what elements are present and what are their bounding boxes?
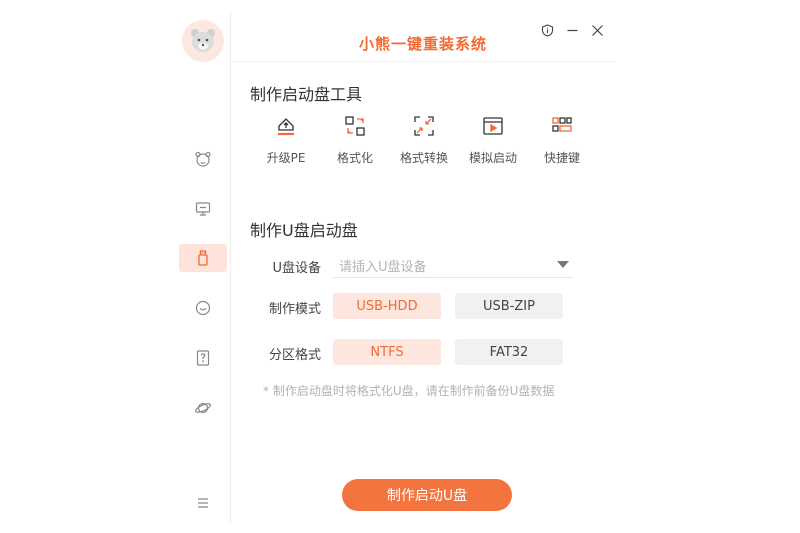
mode-usb-zip-button[interactable]: USB-ZIP xyxy=(455,293,563,319)
mode-usb-hdd-button[interactable]: USB-HDD xyxy=(333,293,441,319)
tool-upgrade-pe[interactable]: 升级PE xyxy=(251,115,321,171)
tool-label: 格式转换 xyxy=(399,151,448,165)
usb-device-select[interactable]: 请插入U盘设备 xyxy=(333,252,573,278)
tool-format[interactable]: 格式化 xyxy=(320,115,390,171)
partition-ntfs-button[interactable]: NTFS xyxy=(333,339,441,365)
info-button[interactable] xyxy=(538,21,556,39)
tool-label: 快捷键 xyxy=(543,151,580,165)
tool-convert-format[interactable]: 格式转换 xyxy=(389,115,459,171)
tools-section-title: 制作启动盘工具 xyxy=(250,85,363,104)
format-warning-note: * 制作启动盘时将格式化U盘，请在制作前备份U盘数据 xyxy=(263,384,555,398)
partition-label: 分区格式 xyxy=(268,348,321,363)
sidebar-item-home[interactable] xyxy=(179,145,227,173)
format-icon xyxy=(345,116,365,136)
tool-label: 格式化 xyxy=(336,151,373,165)
planet-icon xyxy=(195,402,211,414)
usb-drive-icon xyxy=(198,250,208,266)
app-window: 小熊一键重装系统 制作启动盘工具 升级PE 格式化 格式转换 模拟启动 快捷键 … xyxy=(175,12,615,522)
help-book-icon xyxy=(196,350,210,366)
device-label: U盘设备 xyxy=(272,261,321,276)
sidebar-item-system[interactable] xyxy=(179,195,227,223)
tools-row: 升级PE 格式化 格式转换 模拟启动 快捷键 xyxy=(255,115,595,175)
menu-icon xyxy=(198,498,208,508)
tool-shortcut-keys[interactable]: 快捷键 xyxy=(527,115,597,171)
upgrade-pe-icon xyxy=(278,118,294,136)
convert-format-icon xyxy=(414,116,434,136)
monitor-icon xyxy=(195,202,211,216)
simulate-boot-icon xyxy=(483,117,503,135)
tool-simulate-boot[interactable]: 模拟启动 xyxy=(458,115,528,171)
usb-device-placeholder: 请插入U盘设备 xyxy=(339,260,427,275)
sidebar xyxy=(175,12,231,522)
close-button[interactable] xyxy=(588,21,606,39)
sidebar-item-explore[interactable] xyxy=(179,394,227,422)
chat-bubble-icon xyxy=(195,300,211,316)
sidebar-item-chat[interactable] xyxy=(179,294,227,322)
partition-fat32-button[interactable]: FAT32 xyxy=(455,339,563,365)
close-icon xyxy=(591,24,603,36)
sidebar-item-usb[interactable] xyxy=(179,244,227,272)
sidebar-menu[interactable] xyxy=(179,489,227,517)
make-boot-usb-button[interactable]: 制作启动U盘 xyxy=(342,479,512,511)
chevron-down-icon xyxy=(557,261,569,268)
avatar[interactable] xyxy=(182,20,224,62)
minimize-button[interactable] xyxy=(563,21,581,39)
info-shield-icon xyxy=(541,23,553,37)
tool-label: 升级PE xyxy=(266,151,306,165)
minimize-icon xyxy=(567,29,577,31)
bear-face-icon xyxy=(195,151,211,167)
sidebar-item-help[interactable] xyxy=(179,344,227,372)
bear-logo-icon xyxy=(191,29,215,52)
tool-label: 模拟启动 xyxy=(468,151,517,165)
shortcut-keys-icon xyxy=(552,117,572,132)
mode-label: 制作模式 xyxy=(268,302,321,317)
app-title: 小熊一键重装系统 xyxy=(358,35,487,53)
usb-section-title: 制作U盘启动盘 xyxy=(250,221,358,240)
title-bar: 小熊一键重装系统 xyxy=(231,12,615,62)
